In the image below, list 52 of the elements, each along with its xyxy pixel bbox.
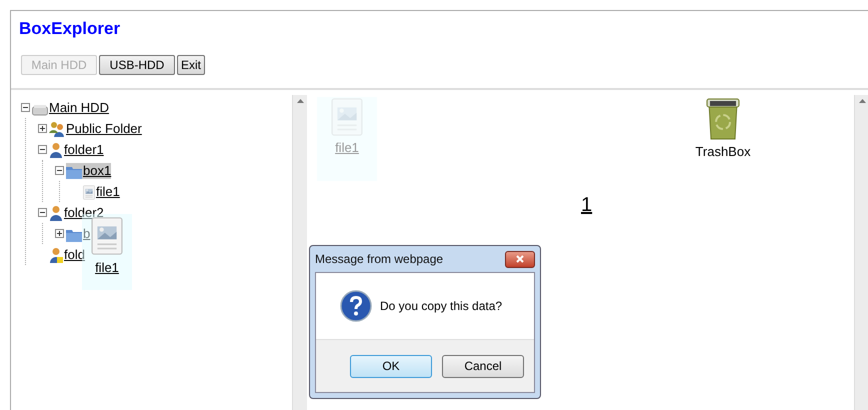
collapse-toggle[interactable] bbox=[38, 208, 47, 217]
toolbar-button[interactable]: Exit bbox=[177, 54, 206, 74]
image-file-icon bbox=[331, 97, 363, 137]
tree-node-label: b bbox=[83, 226, 90, 242]
collapse-toggle[interactable] bbox=[55, 166, 64, 175]
tree-node-label: Main HDD bbox=[49, 100, 109, 116]
tree-node[interactable]: folder1 bbox=[49, 142, 104, 158]
tree-node[interactable]: b bbox=[66, 226, 90, 242]
tree-node-label: folder2 bbox=[64, 204, 104, 220]
tree-node[interactable]: folder2 bbox=[49, 204, 104, 220]
user-icon bbox=[49, 142, 63, 158]
trash-box[interactable]: TrashBox bbox=[693, 97, 753, 181]
scroll-up-icon[interactable] bbox=[296, 99, 304, 103]
tree-node[interactable]: box1 bbox=[66, 162, 112, 178]
tree-node[interactable]: Public Folder bbox=[49, 120, 142, 136]
image-file-icon bbox=[83, 184, 95, 200]
toolbar-button[interactable]: USB-HDD bbox=[99, 54, 175, 74]
tree-node[interactable]: fold bbox=[49, 246, 85, 262]
dialog-title: Message from webpage bbox=[315, 251, 444, 268]
scroll-up-icon[interactable] bbox=[858, 99, 866, 103]
tree-node-label: box1 bbox=[83, 162, 112, 178]
folder-icon bbox=[66, 228, 82, 242]
tree-node-label: fold bbox=[64, 246, 85, 262]
dialog-message: Do you copy this data? bbox=[380, 298, 502, 315]
user-icon bbox=[49, 204, 63, 220]
tree-node-label: Public Folder bbox=[66, 120, 142, 136]
expand-toggle[interactable] bbox=[55, 229, 64, 238]
collapse-toggle[interactable] bbox=[38, 145, 47, 154]
drag-ghost-label: file1 bbox=[95, 259, 119, 277]
tree-node-label: folder1 bbox=[64, 142, 104, 158]
image-file-icon bbox=[91, 216, 123, 256]
tree-node[interactable]: Main HDD bbox=[32, 100, 109, 116]
question-icon bbox=[340, 290, 372, 322]
locked-user-icon bbox=[49, 246, 63, 262]
folder-icon bbox=[66, 166, 82, 178]
hard-drive-icon bbox=[32, 104, 48, 116]
dialog-button[interactable]: Cancel bbox=[442, 354, 524, 378]
close-icon bbox=[516, 255, 524, 263]
collapse-toggle[interactable] bbox=[21, 103, 30, 112]
scrollbar[interactable] bbox=[854, 95, 868, 410]
users-icon bbox=[49, 120, 65, 136]
scrollbar[interactable] bbox=[292, 95, 307, 410]
tree-node-label: file1 bbox=[96, 184, 120, 200]
tree-node[interactable]: file1 bbox=[83, 184, 120, 200]
app-title: BoxExplorer bbox=[18, 18, 122, 40]
trash-label: TrashBox bbox=[695, 143, 751, 161]
close-button[interactable] bbox=[505, 250, 535, 268]
page-number[interactable]: 1 bbox=[581, 190, 592, 220]
expand-toggle[interactable] bbox=[38, 124, 47, 133]
trash-bin-icon bbox=[706, 97, 740, 141]
file-label: file1 bbox=[335, 139, 359, 157]
dialog-button[interactable]: OK bbox=[350, 354, 432, 378]
